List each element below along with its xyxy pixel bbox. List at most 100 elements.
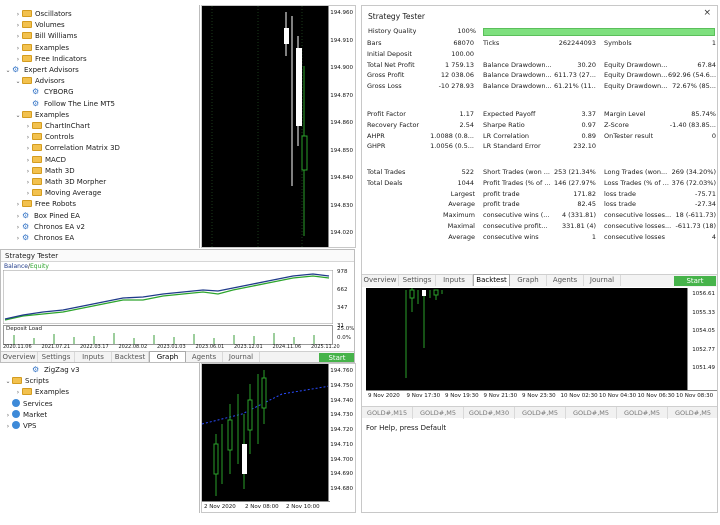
navigator-item[interactable]: ⚙ Follow The Line MT5: [24, 99, 115, 110]
stats-row: Average profit trade 82.45 loss trade -27.34: [362, 199, 717, 210]
symbol-tab[interactable]: GOLD#,M5: [668, 407, 717, 419]
navigator-item[interactable]: Services: [4, 398, 53, 410]
candle: [409, 289, 415, 299]
tab-inputs[interactable]: Inputs: [75, 352, 112, 362]
price-label: 194.960: [330, 10, 353, 16]
symbol-tab[interactable]: GOLD#,M5: [617, 407, 668, 419]
chevron-icon[interactable]: ⌄: [14, 110, 22, 121]
tab-journal[interactable]: Journal: [223, 352, 260, 362]
chevron-icon[interactable]: ›: [14, 233, 22, 244]
navigator-item[interactable]: › Bill Williams: [14, 31, 77, 42]
navigator-item-label: Advisors: [35, 77, 65, 86]
tab-settings[interactable]: Settings: [399, 275, 436, 286]
price-chart-bottom[interactable]: 194.760 194.750 194.740 194.730 194.720 194.7…: [201, 363, 356, 513]
chevron-icon[interactable]: ›: [24, 177, 32, 188]
chevron-icon[interactable]: ›: [14, 387, 22, 398]
tab-inputs[interactable]: Inputs: [436, 275, 473, 286]
chevron-icon[interactable]: ›: [14, 54, 22, 65]
price-chart-top[interactable]: 194.960 194.910 194.900 194.870 194.860 194.8…: [201, 5, 356, 248]
chevron-icon[interactable]: ›: [14, 9, 22, 20]
chevron-icon[interactable]: ›: [4, 410, 12, 421]
start-button[interactable]: Start: [674, 276, 716, 286]
navigator-item[interactable]: › ⚙ Box Pined EA: [14, 211, 80, 222]
symbol-tab[interactable]: GOLD#,M5: [515, 407, 566, 419]
tab-backtest[interactable]: Backtest: [112, 352, 149, 362]
symbol-tab[interactable]: GOLD#,M30: [464, 407, 515, 419]
navigator-item[interactable]: › Controls: [24, 132, 74, 143]
navigator-item[interactable]: › Oscillators: [14, 9, 72, 20]
navigator-item[interactable]: ⌄ Examples: [14, 110, 69, 121]
chevron-icon[interactable]: ›: [24, 166, 32, 177]
expert-advisor-icon: ⚙: [12, 65, 20, 74]
navigator-item[interactable]: › Math 3D Morpher: [24, 177, 106, 188]
symbol-tab[interactable]: GOLD#,M15: [362, 407, 413, 419]
navigator-item[interactable]: › ⚙ Chronos EA v2: [14, 222, 85, 233]
tab-overview[interactable]: Overview: [1, 352, 38, 362]
chevron-icon[interactable]: ›: [14, 222, 22, 233]
chevron-icon[interactable]: ›: [24, 188, 32, 199]
strategy-tester-mini: Strategy Tester Balance/Equity Deposit L…: [0, 249, 355, 363]
chevron-icon[interactable]: ⌄: [4, 65, 12, 76]
navigator-item[interactable]: › Correlation Matrix 3D: [24, 143, 120, 154]
tab-agents[interactable]: Agents: [547, 275, 584, 286]
navigator-item[interactable]: › Examples: [14, 387, 69, 398]
candle: [261, 377, 267, 409]
price-label: 194.690: [330, 471, 353, 478]
chevron-icon[interactable]: ›: [24, 143, 32, 154]
folder-icon: [32, 155, 42, 163]
globe-icon: [12, 409, 20, 418]
candle: [227, 419, 233, 451]
navigator-item[interactable]: › Math 3D: [24, 166, 75, 177]
chevron-icon[interactable]: ›: [14, 211, 22, 222]
tab-agents[interactable]: Agents: [186, 352, 223, 362]
x-axis-label: 2022.08.02: [118, 344, 148, 350]
navigator-item[interactable]: › Examples: [14, 43, 69, 54]
chevron-icon[interactable]: ›: [14, 43, 22, 54]
stat-label: Equity Drawdown...: [604, 82, 668, 91]
symbol-tab[interactable]: GOLD#,M5: [566, 407, 617, 419]
y-axis-label: 978: [337, 269, 348, 275]
expert-advisor-icon: ⚙: [22, 221, 30, 231]
navigator-item[interactable]: › MACD: [24, 155, 66, 166]
expert-advisor-icon: ⚙: [32, 87, 40, 97]
tab-graph[interactable]: Graph: [149, 351, 186, 362]
candle: [247, 399, 253, 431]
price-axis: 194.760 194.750 194.740 194.730 194.720 194.7…: [328, 364, 355, 512]
globe-icon: [12, 421, 20, 429]
tab-backtest[interactable]: Backtest: [473, 274, 510, 286]
navigator-item[interactable]: › Volumes: [14, 20, 65, 31]
chevron-icon[interactable]: ›: [14, 31, 22, 42]
chevron-icon[interactable]: ›: [14, 20, 22, 31]
symbol-tab[interactable]: GOLD#,M5: [413, 407, 464, 419]
navigator-item[interactable]: ⌄⚙ Expert Advisors: [4, 65, 78, 76]
close-icon[interactable]: ×: [703, 8, 711, 18]
tab-settings[interactable]: Settings: [38, 352, 75, 362]
tab-graph[interactable]: Graph: [510, 275, 547, 286]
chevron-icon[interactable]: ›: [4, 421, 12, 432]
chevron-icon[interactable]: ›: [14, 199, 22, 210]
navigator-item[interactable]: ⌄ Advisors: [14, 76, 65, 87]
navigator-item[interactable]: ⚙ ZigZag v3: [24, 365, 80, 376]
tab-overview[interactable]: Overview: [362, 275, 399, 286]
start-button[interactable]: Start: [319, 353, 354, 362]
tab-journal[interactable]: Journal: [584, 275, 621, 286]
chevron-icon[interactable]: ›: [24, 155, 32, 166]
time-label: 10 Nov 02:30: [560, 393, 598, 399]
navigator-item[interactable]: › Moving Average: [24, 188, 101, 199]
navigator-item[interactable]: › Free Indicators: [14, 54, 87, 65]
legend-balance: Balance: [4, 263, 28, 270]
navigator-item[interactable]: › Market: [4, 409, 47, 421]
navigator-item[interactable]: ⌄ Scripts: [4, 376, 49, 387]
stats-row: Gross Profit 12 038.06 Balance Drawdown...…: [362, 70, 717, 81]
chevron-icon[interactable]: ⌄: [4, 376, 12, 387]
chevron-icon[interactable]: ›: [24, 132, 32, 143]
stat-value: 18 (-611.73): [675, 211, 717, 220]
navigator-item[interactable]: › ⚙ Chronos EA: [14, 233, 74, 244]
navigator-item[interactable]: › Free Robots: [14, 199, 76, 210]
navigator-item[interactable]: › ChartInChart: [24, 121, 90, 132]
chevron-icon[interactable]: ›: [24, 121, 32, 132]
backtest-chart[interactable]: 1056.61 1055.33 1054.05 1052.77 1051.49 9 No…: [366, 288, 717, 402]
navigator-item[interactable]: › VPS: [4, 421, 36, 432]
chevron-icon[interactable]: ⌄: [14, 76, 22, 87]
navigator-item[interactable]: ⚙ CYBORG: [24, 87, 74, 98]
